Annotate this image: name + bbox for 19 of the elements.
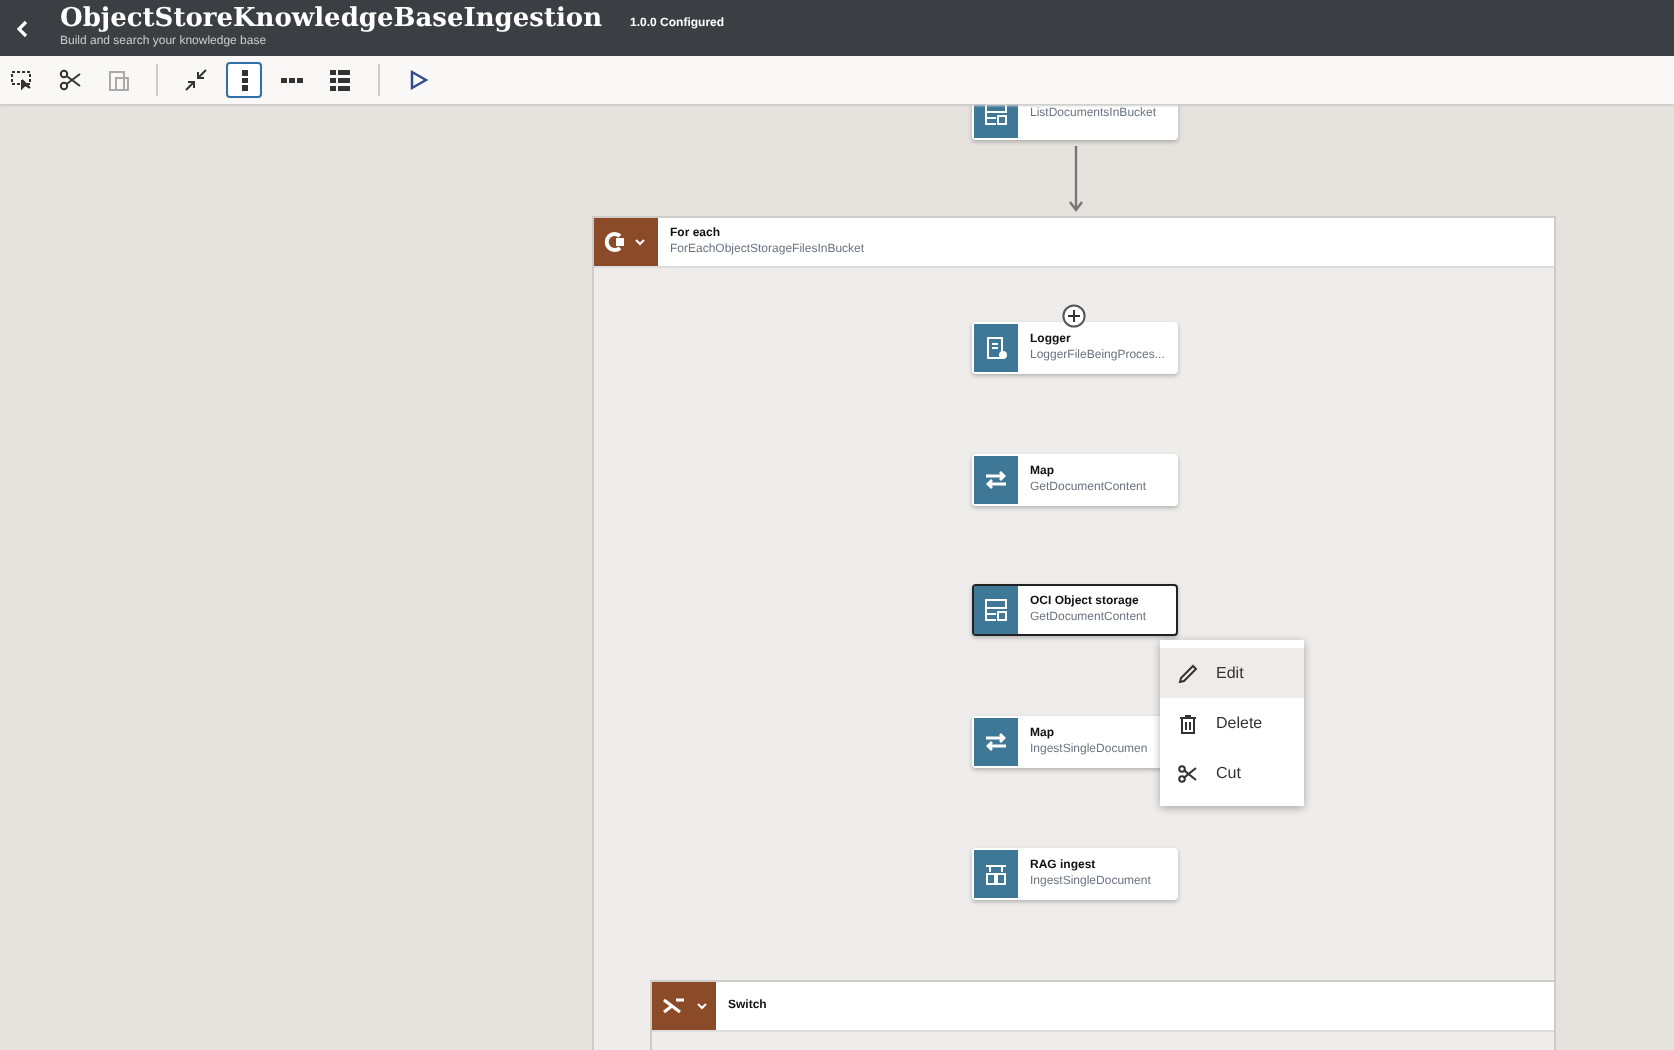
- page-title: ObjectStoreKnowledgeBaseIngestion: [60, 4, 603, 34]
- select-icon: [10, 68, 34, 92]
- back-icon[interactable]: [16, 19, 28, 37]
- map-step-icon: [984, 468, 1008, 492]
- storage-step-icon: [984, 598, 1008, 622]
- pencil-icon: [1178, 663, 1198, 683]
- loop-icon[interactable]: [594, 218, 658, 266]
- connector-arrow: [1068, 140, 1084, 216]
- paste-icon: [106, 68, 130, 92]
- cut-icon: [58, 68, 82, 92]
- logger-step-icon: [984, 336, 1008, 360]
- run-icon: [406, 68, 430, 92]
- add-step-icon[interactable]: [1062, 304, 1086, 328]
- vertical-tool-button[interactable]: [226, 62, 262, 98]
- menu-item[interactable]: Edit: [1160, 648, 1304, 698]
- collapse-icon: [184, 68, 208, 92]
- map-step-icon: [984, 730, 1008, 754]
- scissors-icon: [1178, 763, 1198, 783]
- trash-icon: [1178, 713, 1198, 733]
